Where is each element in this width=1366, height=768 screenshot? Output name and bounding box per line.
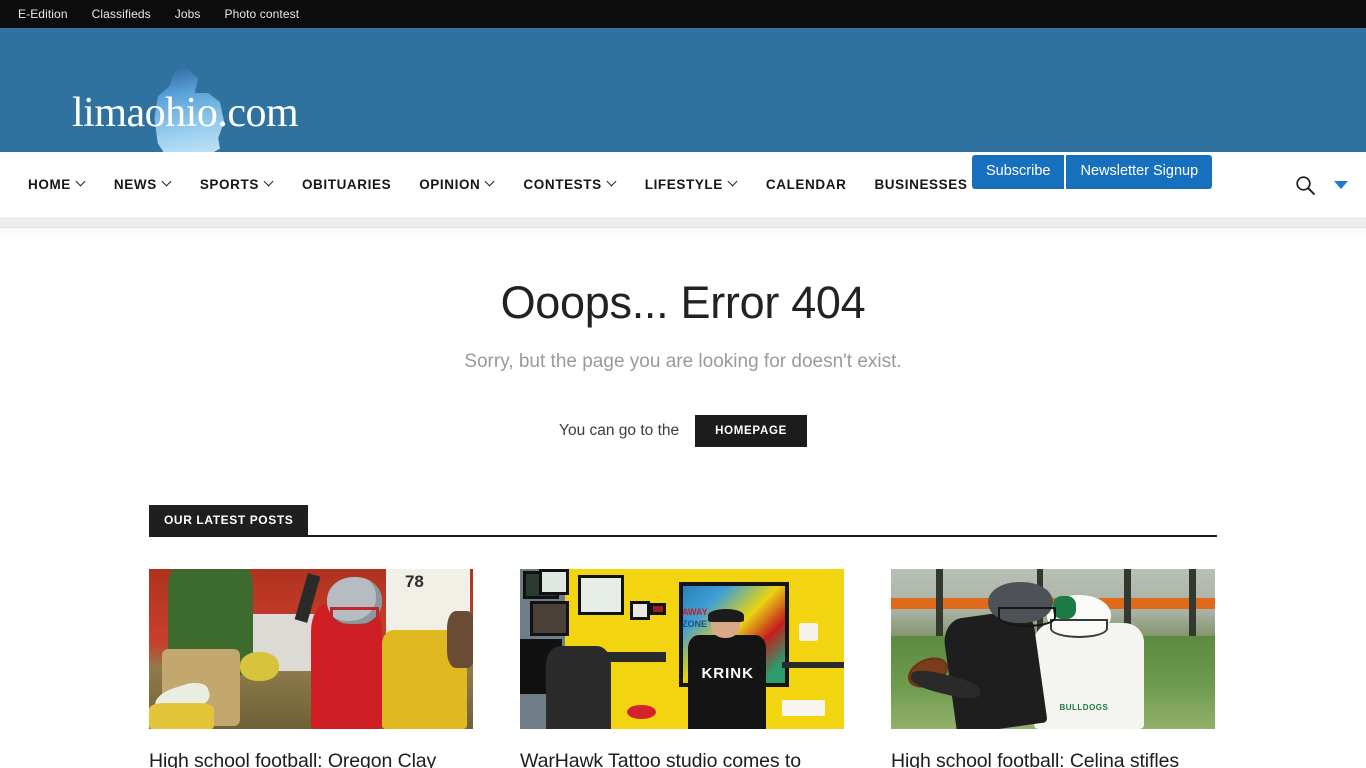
photo-shelf (782, 661, 844, 669)
nav-item-label: NEWS (113, 177, 157, 192)
goto-homepage-label: You can go to the (559, 422, 680, 440)
photo-yellow-leg (149, 703, 214, 730)
topbar-link-e-edition[interactable]: E-Edition (18, 7, 68, 21)
nav-item-obituaries[interactable]: OBITUARIES (302, 177, 391, 192)
nav-item-news[interactable]: NEWS (114, 177, 172, 192)
photo-equipment-tray (601, 652, 666, 662)
nav-item-sports[interactable]: SPORTS (200, 177, 274, 192)
photo-facemask (997, 607, 1057, 627)
nav-item-businesses[interactable]: BUSINESSES (874, 177, 982, 192)
nav-item-contests[interactable]: CONTESTS (523, 177, 616, 192)
nav-item-label: BUSINESSES (874, 177, 968, 192)
post-thumbnail-tattoo-studio[interactable]: AWAY ZONE KRINK (520, 569, 844, 730)
latest-posts-section: OUR LATEST POSTS 78 High school football… (149, 505, 1217, 768)
nav-item-label: LIFESTYLE (644, 177, 723, 192)
photo-wall-art (630, 601, 650, 621)
section-title: OUR LATEST POSTS (149, 505, 309, 536)
post-card: BULLDOGS High school football: Celina st… (891, 569, 1215, 768)
chevron-down-icon (265, 178, 274, 187)
chevron-down-icon (729, 178, 738, 187)
post-card: 78 High school football: Oregon Clay shu… (149, 569, 473, 768)
photo-fence-post (936, 569, 943, 640)
chevron-down-icon (163, 178, 172, 187)
newsletter-signup-button[interactable]: Newsletter Signup (1066, 155, 1213, 189)
photo-background-helmet (239, 652, 279, 682)
photo-arm (447, 610, 473, 669)
photo-wall-art (539, 569, 569, 595)
topbar-link-classifieds[interactable]: Classifieds (92, 7, 151, 21)
subscribe-button[interactable]: Subscribe (972, 155, 1065, 189)
homepage-button[interactable]: HOMEPAGE (695, 415, 807, 448)
page-title: Ooops... Error 404 (500, 277, 866, 328)
post-title[interactable]: High school football: Oregon Clay shuts … (149, 749, 473, 768)
chevron-down-icon (77, 178, 86, 187)
photo-fence-post (1189, 569, 1196, 640)
nav-item-label: CONTESTS (523, 177, 602, 192)
photo-wall-art (578, 575, 624, 616)
site-logo-text: limaohio.com (72, 90, 299, 136)
section-divider-fade (0, 228, 1366, 240)
nav-item-label: HOME (28, 177, 71, 192)
nav-cta-group: Subscribe Newsletter Signup (972, 155, 1213, 189)
nav-item-label: OPINION (419, 177, 481, 192)
nav-item-opinion[interactable]: OPINION (419, 177, 495, 192)
masthead: limaohio.com (0, 28, 1366, 152)
goto-homepage-row: You can go to the HOMEPAGE (0, 415, 1366, 448)
photo-helmet-stripe (1053, 596, 1076, 619)
photo-wall-art (649, 602, 666, 616)
nav-item-home[interactable]: HOME (28, 177, 86, 192)
topbar-link-photo-contest[interactable]: Photo contest (224, 7, 299, 21)
latest-posts-grid: 78 High school football: Oregon Clay shu… (149, 569, 1217, 768)
photo-facemask (1049, 618, 1109, 638)
photo-paper-roll (782, 700, 825, 717)
post-title[interactable]: WarHawk Tattoo studio comes to Lima (520, 749, 844, 768)
section-divider (0, 218, 1366, 228)
post-thumbnail-football-sideline[interactable]: 78 (149, 569, 473, 730)
photo-poster-text-zone: ZONE (682, 618, 708, 629)
nav-item-label: SPORTS (199, 177, 259, 192)
search-icon[interactable] (1294, 174, 1316, 196)
top-utility-bar: E-Edition Classifieds Jobs Photo contest (0, 0, 1366, 28)
nav-right-controls (1294, 174, 1348, 196)
photo-white-jersey-player (1033, 623, 1144, 730)
chevron-down-icon (486, 178, 495, 187)
photo-shirt-text: KRINK (701, 665, 754, 683)
section-header: OUR LATEST POSTS (149, 505, 1217, 538)
photo-facemask (330, 607, 380, 627)
topbar-link-jobs[interactable]: Jobs (175, 7, 201, 21)
nav-items-list: HOME NEWS SPORTS OBITUARIES OPINION CONT… (28, 177, 1010, 192)
photo-wall-art (529, 601, 569, 637)
chevron-down-icon[interactable] (1334, 180, 1348, 189)
photo-jar (798, 623, 819, 642)
photo-poster-text-away: AWAY (682, 607, 708, 618)
chevron-down-icon (608, 178, 617, 187)
nav-item-label: OBITUARIES (301, 177, 392, 192)
photo-jersey-number: 78 (404, 572, 424, 592)
photo-jersey-team-text: BULLDOGS (1059, 703, 1109, 713)
post-thumbnail-football-tackle[interactable]: BULLDOGS (891, 569, 1215, 730)
post-card: AWAY ZONE KRINK WarHawk Tattoo studio co… (520, 569, 844, 768)
nav-item-calendar[interactable]: CALENDAR (766, 177, 847, 192)
photo-man-cap (707, 609, 744, 622)
nav-item-label: CALENDAR (765, 177, 847, 192)
post-title[interactable]: High school football: Celina stifles Eli… (891, 749, 1215, 768)
site-logo[interactable]: limaohio.com (72, 66, 372, 152)
error-subtitle: Sorry, but the page you are looking for … (464, 351, 902, 373)
nav-item-lifestyle[interactable]: LIFESTYLE (645, 177, 738, 192)
error-404-block: Ooops... Error 404 Sorry, but the page y… (0, 240, 1366, 448)
